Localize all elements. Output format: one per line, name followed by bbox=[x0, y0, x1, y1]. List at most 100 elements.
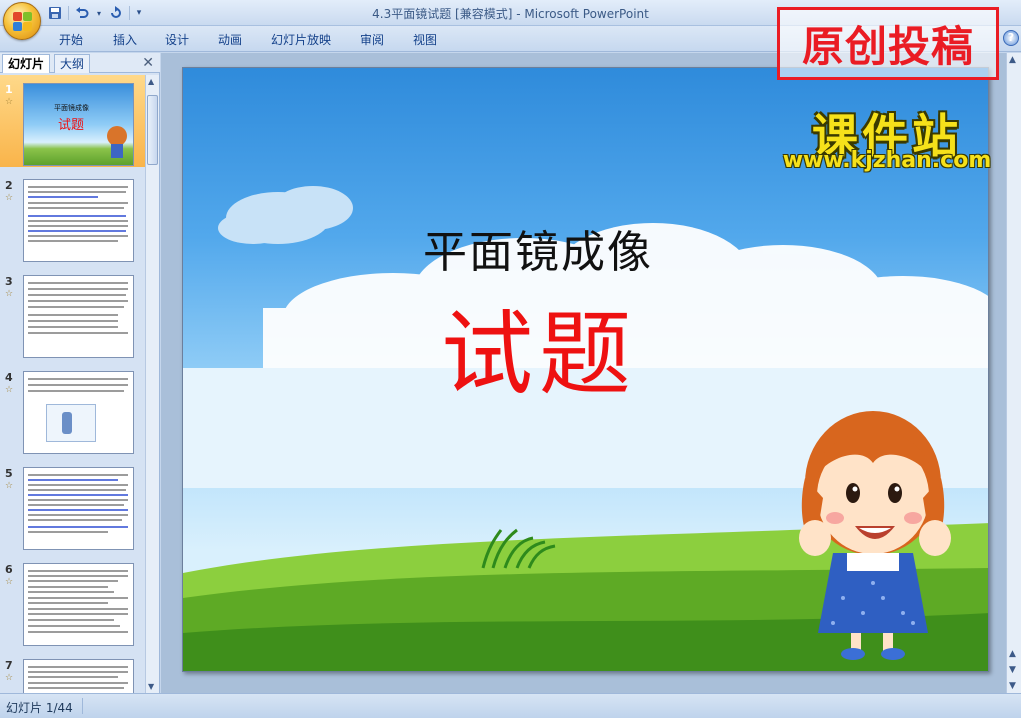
thumb-text-line bbox=[28, 207, 124, 209]
previous-slide-icon[interactable]: ▲ bbox=[1009, 649, 1016, 659]
slide-thumbnail[interactable]: 2 ☆ bbox=[0, 171, 145, 263]
thumb-text-line bbox=[28, 625, 120, 627]
slide-number: 2 bbox=[5, 179, 13, 192]
next-slide-icon[interactable]: ▼ bbox=[1009, 665, 1016, 675]
thumb-text-line bbox=[28, 384, 128, 386]
thumb-text-line bbox=[28, 300, 128, 302]
slide-thumbnail[interactable]: 1 ☆ 平面镜成像 试题 bbox=[0, 75, 145, 167]
slide-number: 4 bbox=[5, 371, 13, 384]
window-title-text: 4.3平面镜试题 [兼容模式] - Microsoft PowerPoint bbox=[372, 7, 649, 21]
thumb-text-line bbox=[28, 332, 128, 334]
thumb-text-line bbox=[28, 378, 128, 380]
thumb-text-line bbox=[28, 613, 128, 615]
thumb-text-line bbox=[28, 474, 128, 476]
thumb-text-line bbox=[28, 687, 124, 689]
thumb-text-line bbox=[28, 288, 128, 290]
thumb-text-line bbox=[28, 484, 128, 486]
slide-count: 幻灯片 1/44 bbox=[6, 701, 73, 715]
thumb-figure-image bbox=[62, 412, 72, 434]
thumb-text-line bbox=[28, 519, 122, 521]
slide-thumbnail-image bbox=[23, 179, 134, 262]
slide-thumbnail[interactable]: 4 ☆ bbox=[0, 363, 145, 455]
thumb-text-line bbox=[28, 619, 114, 621]
thumb-text-line bbox=[28, 294, 126, 296]
animation-icon: ☆ bbox=[5, 289, 14, 299]
thumb-text-line bbox=[28, 326, 118, 328]
thumb-text-line bbox=[28, 282, 128, 284]
close-icon[interactable]: ✕ bbox=[142, 55, 154, 71]
thumb-text-line bbox=[28, 186, 128, 188]
slides-pane: 幻灯片 大纲 ✕ 1 ☆ 平面镜成像 试题 2 ☆ 3 ☆ 4 ☆ 5 ☆ 6 … bbox=[0, 53, 160, 693]
kjzhan-logo: 课件站 www.kjzhan.com bbox=[770, 100, 1004, 176]
tab-view[interactable]: 视图 bbox=[413, 31, 437, 48]
thumb-text-line bbox=[28, 191, 126, 193]
thumb-text-line bbox=[28, 230, 126, 232]
thumb-text-line bbox=[28, 666, 128, 668]
thumb-text-line bbox=[28, 676, 118, 678]
scroll-up-arrow-icon[interactable]: ▲ bbox=[1009, 55, 1016, 65]
scroll-up-arrow-icon[interactable]: ▲ bbox=[148, 77, 154, 86]
thumb-text-line bbox=[28, 597, 128, 599]
animation-icon: ☆ bbox=[5, 673, 14, 683]
tab-review[interactable]: 审阅 bbox=[360, 31, 384, 48]
slide-number: 6 bbox=[5, 563, 13, 576]
scrollbar-thumb[interactable] bbox=[147, 95, 158, 165]
tab-outline[interactable]: 大纲 bbox=[54, 54, 91, 73]
thumb-text-line bbox=[28, 479, 118, 481]
slide-thumbnail[interactable]: 5 ☆ bbox=[0, 459, 145, 551]
thumb-text-line bbox=[28, 575, 128, 577]
thumb-text-line bbox=[28, 314, 118, 316]
slide-thumbnail[interactable]: 3 ☆ bbox=[0, 267, 145, 359]
help-icon[interactable]: ? bbox=[1003, 30, 1019, 46]
thumb-text-line bbox=[28, 215, 126, 217]
thumb-text-line bbox=[28, 225, 128, 227]
tab-home[interactable]: 开始 bbox=[59, 31, 83, 48]
slide-thumbnail[interactable]: 7 ☆ bbox=[0, 651, 145, 693]
animation-icon: ☆ bbox=[5, 577, 14, 587]
thumb-text-line bbox=[28, 514, 128, 516]
scroll-down-arrow-icon[interactable]: ▼ bbox=[1009, 681, 1016, 691]
slide-subtitle[interactable]: 试题 bbox=[441, 280, 637, 413]
office-button[interactable] bbox=[3, 2, 41, 40]
thumb-text-line bbox=[28, 570, 128, 572]
pane-tab-bar: 幻灯片 大纲 ✕ bbox=[0, 53, 160, 73]
animation-icon: ☆ bbox=[5, 385, 14, 395]
tab-design[interactable]: 设计 bbox=[165, 31, 189, 48]
stamp-text: 原创投稿 bbox=[801, 22, 974, 71]
thumb-text-line bbox=[28, 220, 128, 222]
scroll-down-arrow-icon[interactable]: ▼ bbox=[148, 682, 154, 691]
slide-number: 1 bbox=[5, 83, 13, 96]
thumb-text-line bbox=[28, 586, 108, 588]
slide-thumbnail-image bbox=[23, 563, 134, 646]
thumb-text-line bbox=[28, 504, 124, 506]
animation-icon: ☆ bbox=[5, 193, 14, 203]
thumb-text-line bbox=[28, 499, 128, 501]
thumb-girl-body bbox=[111, 144, 123, 158]
slide-thumbnail-image bbox=[23, 275, 134, 358]
thumb-text-line bbox=[28, 202, 128, 204]
animation-icon: ☆ bbox=[5, 97, 14, 107]
original-submission-stamp: 原创投稿 bbox=[777, 7, 999, 80]
slide-thumbnail-image: 平面镜成像 试题 bbox=[23, 83, 134, 166]
thumb-subtitle-text: 试题 bbox=[58, 118, 85, 133]
status-bar: 幻灯片 1/44 bbox=[0, 693, 1021, 718]
thumb-text-line bbox=[28, 580, 118, 582]
kjzhan-logo-url: www.kjzhan.com bbox=[782, 148, 992, 173]
office-logo-icon bbox=[13, 12, 33, 32]
thumb-text-line bbox=[28, 509, 128, 511]
thumb-text-line bbox=[28, 631, 128, 633]
thumb-text-line bbox=[28, 320, 118, 322]
slide-scrollbar[interactable]: ▲ ▲ ▼ ▼ bbox=[1006, 53, 1021, 693]
slide-thumbnail-list: 1 ☆ 平面镜成像 试题 2 ☆ 3 ☆ 4 ☆ 5 ☆ 6 ☆ 7 ☆ bbox=[0, 75, 145, 693]
slide-title[interactable]: 平面镜成像 bbox=[423, 216, 653, 280]
thumb-text-line bbox=[28, 531, 108, 533]
tab-slide-show[interactable]: 幻灯片放映 bbox=[271, 31, 331, 48]
thumb-text-line bbox=[28, 494, 128, 496]
tab-insert[interactable]: 插入 bbox=[113, 31, 137, 48]
thumbnail-scrollbar[interactable]: ▲ ▼ bbox=[145, 75, 159, 693]
thumb-girl-image bbox=[107, 126, 127, 146]
tab-animations[interactable]: 动画 bbox=[218, 31, 242, 48]
tab-slides[interactable]: 幻灯片 bbox=[2, 54, 51, 73]
thumb-text-line bbox=[28, 682, 128, 684]
slide-thumbnail[interactable]: 6 ☆ bbox=[0, 555, 145, 647]
